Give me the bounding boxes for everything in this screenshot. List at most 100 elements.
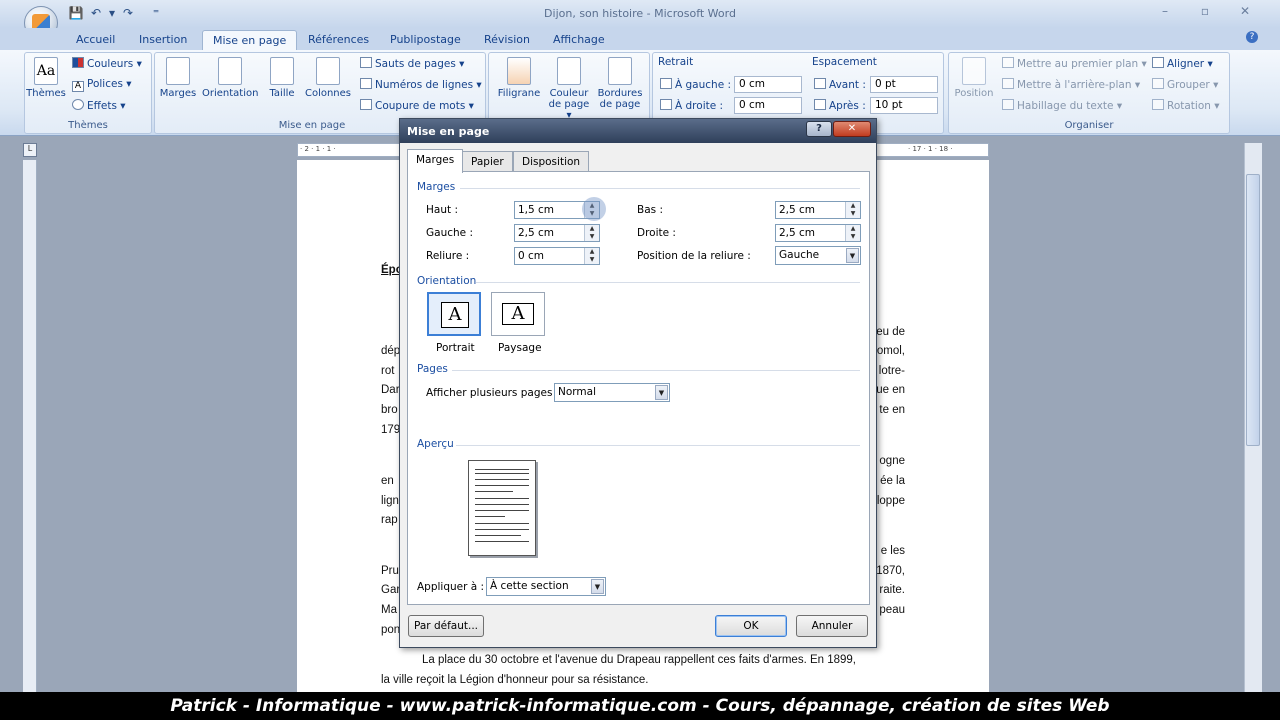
tab-selector[interactable]: L [23,143,37,157]
text-wrap-icon [1002,99,1014,110]
arrange-group-label: Organiser [1064,120,1114,131]
tab-references[interactable]: Références [298,30,379,50]
customize-qat-icon[interactable]: ⁼ [148,6,164,22]
paysage-option[interactable]: A [491,292,545,336]
orientation-label: Orientation [202,88,259,99]
couleurs-button[interactable]: Couleurs ▾ [72,57,142,70]
numeros-lignes-button[interactable]: Numéros de lignes ▾ [360,78,482,91]
reliure-value: 0 cm [518,250,545,262]
bas-spinner[interactable]: 2,5 cm ▲ ▼ [775,201,861,219]
tab-accueil[interactable]: Accueil [66,30,125,50]
undo-dropdown-icon[interactable]: ▾ [104,6,120,22]
gauche-spin-arrows[interactable]: ▲ ▼ [584,225,599,241]
retrait-droite-input[interactable]: 0 cm [734,97,802,114]
marges-button[interactable]: Marges [158,57,198,99]
dialog-tab-papier[interactable]: Papier [462,151,513,172]
position-button[interactable]: Position [952,57,996,99]
annuler-button[interactable]: Annuler [796,615,868,637]
chevron-down-icon: ▼ [655,385,668,400]
appliquer-select[interactable]: À cette section ▼ [486,577,606,596]
aligner-button[interactable]: Aligner ▾ [1152,57,1213,70]
redo-icon[interactable]: ↷ [120,6,136,22]
droite-spinner[interactable]: 2,5 cm ▲ ▼ [775,224,861,242]
tab-publipostage[interactable]: Publipostage [380,30,471,50]
filigrane-button[interactable]: Filigrane [496,57,542,99]
par-defaut-button[interactable]: Par défaut... [408,615,484,637]
apres-input[interactable]: 10 pt [870,97,938,114]
droite-value: 2,5 cm [779,227,816,239]
reliure-spin-arrows[interactable]: ▲ ▼ [584,248,599,264]
rotation-button[interactable]: Rotation ▾ [1152,99,1220,112]
doc-right-fragment: ue en [876,384,905,396]
avant-input[interactable]: 0 pt [870,76,938,93]
premier-plan-button[interactable]: Mettre au premier plan ▾ [1002,57,1147,70]
watermark-banner: Patrick - Informatique - www.patrick-inf… [0,692,1280,720]
themes-button[interactable]: Aa Thèmes [26,57,66,99]
position-label: Position [954,88,994,99]
retrait-gauche-label: À gauche : [660,78,731,91]
spacing-before-icon [814,78,826,89]
tab-insertion[interactable]: Insertion [129,30,197,50]
polices-button[interactable]: A Polices ▾ [72,78,132,92]
habillage-label: Habillage du texte ▾ [1017,100,1123,112]
dialog-tab-marges[interactable]: Marges [407,149,464,173]
arriere-plan-label: Mettre à l'arrière-plan ▾ [1017,79,1141,91]
apres-text: Après : [829,100,866,112]
portrait-option[interactable]: A [427,292,481,336]
bas-spin-arrows[interactable]: ▲ ▼ [845,202,860,218]
aligner-label: Aligner ▾ [1167,58,1213,70]
arriere-plan-button[interactable]: Mettre à l'arrière-plan ▾ [1002,78,1140,91]
bordures-page-button[interactable]: Bordures de page [596,57,644,110]
minimize-button[interactable]: – [1152,4,1178,22]
dialog-help-button[interactable]: ? [806,121,832,137]
plusieurs-pages-label: Afficher plusieurs pages : [426,387,560,399]
tab-mise-en-page[interactable]: Mise en page [202,30,298,50]
doc-right-fragment: raite. [879,584,905,596]
couleur-label-1: Couleur [549,88,589,99]
droite-spin-arrows[interactable]: ▲ ▼ [845,225,860,241]
indent-right-icon [660,99,672,110]
scrollbar-thumb[interactable] [1246,174,1260,446]
filigrane-label: Filigrane [497,88,541,99]
colonnes-label: Colonnes [304,88,352,99]
doc-right-fragment: ogne [879,455,905,467]
doc-line-2: la ville reçoit la Légion d'honneur pour… [381,674,649,686]
sauts-de-pages-button[interactable]: Sauts de pages ▾ [360,57,464,70]
vertical-ruler[interactable] [23,160,37,695]
portrait-icon: A [441,302,469,328]
preview-line [475,523,529,524]
position-reliure-select[interactable]: Gauche ▼ [775,246,861,265]
taille-button[interactable]: Taille [262,57,302,99]
chevron-down-icon: ▼ [846,248,859,263]
ok-button[interactable]: OK [715,615,787,637]
avant-text: Avant : [829,79,866,91]
coupure-mots-button[interactable]: Coupure de mots ▾ [360,99,474,112]
grouper-button[interactable]: Grouper ▾ [1152,78,1218,91]
tab-affichage[interactable]: Affichage [543,30,615,50]
help-icon[interactable]: ? [1246,31,1258,43]
retrait-gauche-input[interactable]: 0 cm [734,76,802,93]
colonnes-button[interactable]: Colonnes [304,57,352,99]
doc-right-fragment: eu de [876,326,905,338]
couleur-page-button[interactable]: Couleur de page ▾ [546,57,592,121]
orientation-button[interactable]: Orientation [202,57,258,99]
dialog-close-button[interactable]: ✕ [833,121,871,137]
dialog-title: Mise en page [407,125,490,138]
reliure-spinner[interactable]: 0 cm ▲ ▼ [514,247,600,265]
plusieurs-pages-select[interactable]: Normal ▼ [554,383,670,402]
ruler-right-marks: · 17 · 1 · 18 · [908,145,953,153]
doc-left-fragment: Pru [381,565,399,577]
preview-line [475,485,529,486]
habillage-button[interactable]: Habillage du texte ▾ [1002,99,1122,112]
save-icon[interactable]: 💾 [68,6,84,22]
preview-line [475,498,529,499]
tab-revision[interactable]: Révision [474,30,540,50]
undo-icon[interactable]: ↶ [88,6,104,22]
effets-button[interactable]: Effets ▾ [72,99,126,112]
restore-button[interactable]: ▫ [1192,4,1218,22]
gauche-spinner[interactable]: 2,5 cm ▲ ▼ [514,224,600,242]
close-button[interactable]: ✕ [1232,4,1258,22]
preview-line [475,469,529,470]
dialog-tab-disposition[interactable]: Disposition [513,151,590,172]
position-reliure-label: Position de la reliure : [637,250,751,262]
